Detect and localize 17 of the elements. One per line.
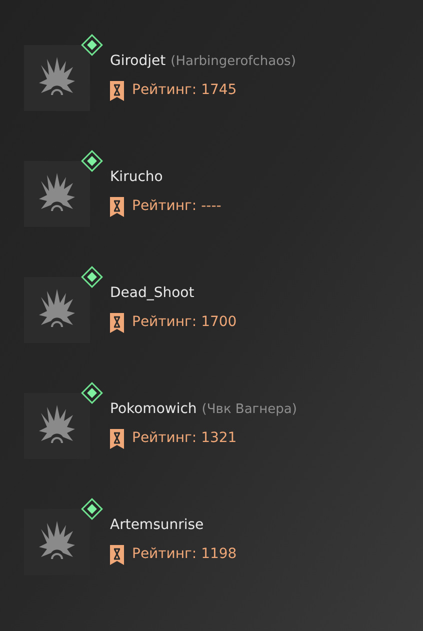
clan-name: (Чвк Вагнера) xyxy=(202,401,297,419)
rating-text: Рейтинг: 1700 xyxy=(132,313,237,332)
rating-text: Рейтинг: 1745 xyxy=(132,81,237,100)
clan-name: (Harbingerofchaos) xyxy=(170,53,296,71)
rating-text: Рейтинг: ---- xyxy=(132,197,222,216)
rating-text: Рейтинг: 1198 xyxy=(132,545,237,564)
hourglass-icon xyxy=(110,196,124,216)
player-name: Artemsunrise xyxy=(110,516,204,535)
hourglass-icon xyxy=(110,428,124,448)
hourglass-icon xyxy=(110,544,124,564)
player-name: Pokomowich xyxy=(110,400,197,419)
hourglass-icon xyxy=(110,80,124,100)
player-name: Dead_Shoot xyxy=(110,284,194,303)
player-name: Kirucho xyxy=(110,168,163,187)
rating-text: Рейтинг: 1321 xyxy=(132,429,237,448)
player-name: Girodjet xyxy=(110,52,166,71)
hourglass-icon xyxy=(110,312,124,332)
